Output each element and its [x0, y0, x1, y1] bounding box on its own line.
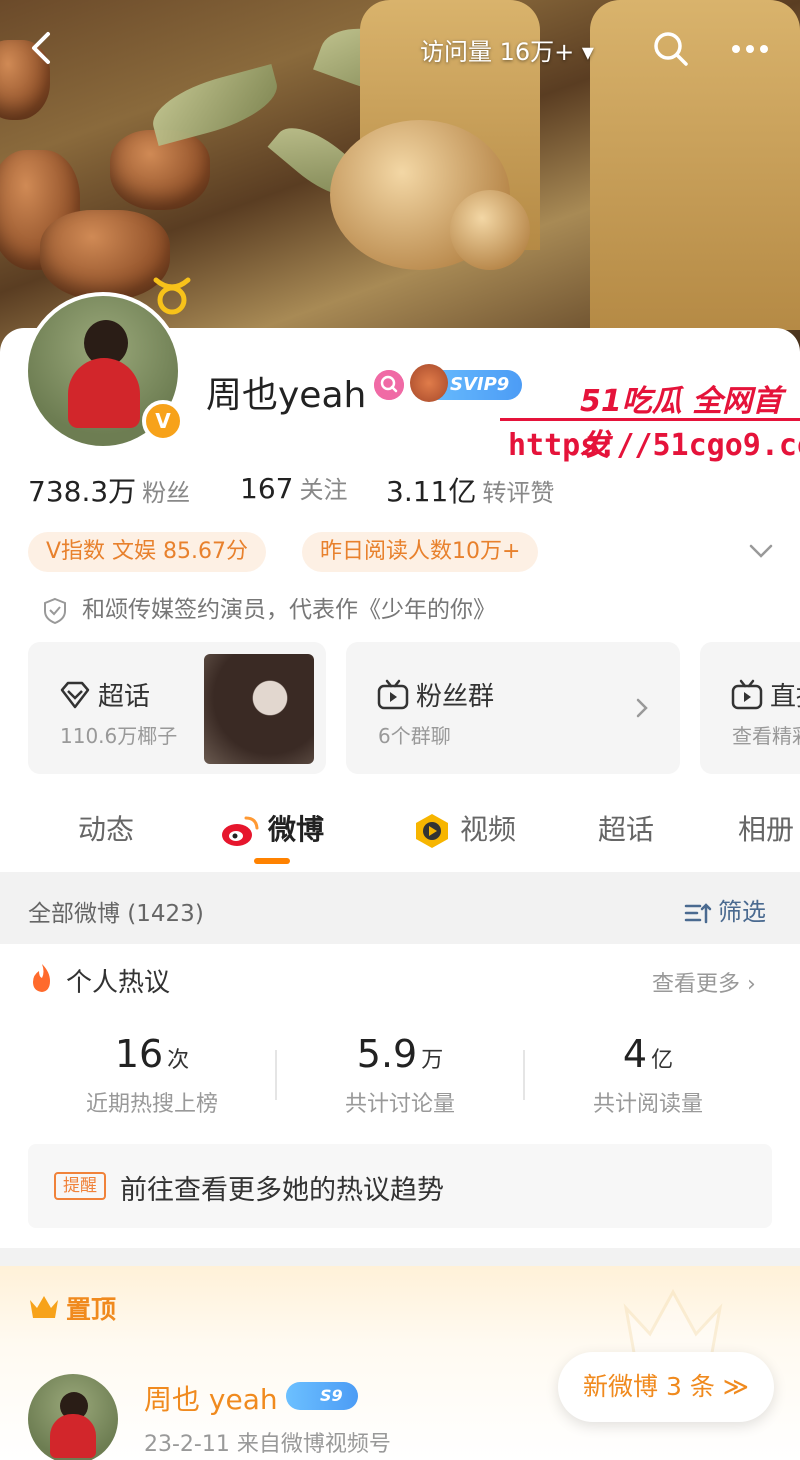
metric-label: 共计讨论量 — [344, 1092, 455, 1117]
tab-super-topic[interactable]: 超话 — [598, 808, 654, 848]
view-more-link[interactable]: 查看更多 › — [652, 966, 756, 998]
stat-following[interactable]: 167 关注 — [240, 470, 347, 505]
watermark-url: https://51cgo9.com — [508, 428, 800, 463]
filter-label: 筛选 — [718, 898, 766, 926]
reminder-text: 前往查看更多她的热议趋势 — [120, 1175, 444, 1206]
weibo-logo-icon — [222, 816, 259, 846]
reminder-badge: 提醒 — [54, 1172, 106, 1200]
section-divider — [0, 1248, 800, 1266]
metric-discussion: 5.9 万 共计讨论量 — [276, 1032, 524, 1118]
tv-icon — [731, 679, 763, 710]
metric-unit: 亿 — [651, 1048, 674, 1073]
watermark-line — [500, 418, 800, 421]
avatar-body — [50, 1414, 96, 1458]
post-author-badge: S9 — [286, 1382, 358, 1410]
metric-label: 共计阅读量 — [592, 1092, 703, 1117]
stat-value: 3.11亿 — [386, 475, 477, 508]
verification-info: 和颂传媒签约演员，代表作《少年的你》 — [42, 590, 496, 624]
tile-subtitle: 查看精彩 — [732, 724, 800, 748]
tab-video[interactable]: 视频 — [412, 808, 516, 851]
more-icon[interactable] — [728, 30, 772, 68]
avatar-wrapper[interactable]: V — [24, 277, 191, 450]
tab-weibo[interactable]: 微博 — [220, 808, 324, 848]
crown-icon — [30, 1296, 58, 1318]
tab-label: 视频 — [460, 813, 517, 846]
diamond-icon — [60, 681, 90, 709]
tv-icon — [377, 679, 409, 710]
tab-dynamic[interactable]: 动态 — [78, 808, 134, 848]
all-posts-count: 全部微博 (1423) — [28, 901, 204, 927]
verification-text: 和颂传媒签约演员，代表作《少年的你》 — [82, 597, 496, 623]
stat-label: 粉丝 — [142, 479, 191, 507]
stat-interactions[interactable]: 3.11亿 转评赞 — [386, 470, 554, 510]
metric-value: 5.9 — [356, 1032, 418, 1076]
stat-value: 738.3万 — [28, 475, 137, 508]
metric-unit: 次 — [167, 1048, 190, 1073]
tile-super-topic[interactable]: 超话 110.6万椰子 — [28, 642, 326, 774]
stat-followers[interactable]: 738.3万 粉丝 — [28, 470, 190, 510]
tile-subtitle: 6个群聊 — [378, 724, 451, 748]
post-author-avatar[interactable] — [28, 1374, 118, 1460]
avatar-body — [68, 358, 140, 428]
visit-count[interactable]: 访问量 16万+ ▾ — [420, 32, 594, 67]
trend-reminder[interactable]: 提醒 前往查看更多她的热议趋势 — [28, 1144, 772, 1228]
post-meta: 23-2-11 来自微博视频号 — [144, 1432, 391, 1457]
v-index-tag[interactable]: V指数 文娱 85.67分 — [28, 532, 267, 572]
filter-bar: 全部微博 (1423) 筛选 — [0, 872, 800, 944]
filter-button[interactable]: 筛选 — [684, 892, 766, 927]
shield-icon — [44, 597, 66, 624]
post-author-name[interactable]: 周也 yeah — [144, 1378, 278, 1418]
metric-value: 4 — [622, 1032, 648, 1076]
watermark: 51吃瓜 全网首发 https://51cgo9.com — [500, 376, 800, 476]
banner-root — [450, 190, 530, 270]
metric-reads: 4亿 共计阅读量 — [524, 1032, 772, 1118]
tile-fan-group[interactable]: 粉丝群 6个群聊 — [346, 642, 680, 774]
tile-title: 直播 — [770, 682, 800, 712]
new-posts-button[interactable]: 新微博 3 条 ≫ — [558, 1352, 774, 1422]
video-icon — [416, 814, 448, 848]
stat-label: 关注 — [299, 476, 348, 504]
tile-title: 粉丝群 — [416, 682, 495, 712]
chevron-down-icon[interactable] — [746, 536, 776, 566]
metric-value: 16 — [114, 1032, 164, 1076]
chevron-right-icon — [636, 698, 648, 718]
fire-icon — [33, 964, 50, 992]
top-bar: 访问量 16万+ ▾ — [0, 0, 800, 100]
metric-hot-search: 16 次 近期热搜上榜 — [28, 1032, 276, 1118]
search-badge-icon[interactable] — [374, 370, 404, 400]
cake-icon — [410, 364, 448, 402]
stat-value: 167 — [240, 472, 294, 505]
back-arrow-icon[interactable] — [24, 30, 60, 66]
metric-unit: 万 — [421, 1048, 444, 1073]
reads-tag[interactable]: 昨日阅读人数10万+ — [302, 532, 539, 572]
tab-album[interactable]: 相册 — [738, 808, 794, 848]
filter-icon — [684, 903, 712, 924]
tab-label: 微博 — [268, 813, 325, 846]
metric-label: 近期热搜上榜 — [85, 1092, 218, 1117]
profile-name: 周也yeah — [206, 375, 367, 416]
hot-topics-section: 个人热议 查看更多 › 16 次 近期热搜上榜 5.9 万 共计讨论量 4亿 共计阅… — [0, 944, 800, 1244]
hot-topics-title: 个人热议 — [66, 968, 171, 998]
tile-live[interactable]: 直播 查看精彩 — [700, 642, 800, 774]
verified-badge: V — [142, 400, 184, 442]
tile-title: 超话 — [98, 682, 151, 712]
search-icon[interactable] — [652, 30, 690, 68]
active-tab-indicator — [254, 858, 290, 864]
pinned-label: 置顶 — [66, 1295, 117, 1324]
super-topic-photo — [204, 654, 314, 764]
profile-stats: 738.3万 粉丝 167 关注 3.11亿 转评赞 — [28, 470, 788, 510]
tile-subtitle: 110.6万椰子 — [60, 724, 178, 748]
stat-label: 转评赞 — [482, 479, 555, 507]
profile-tabs: 动态 微博 视频 超话 相册 — [0, 790, 800, 868]
